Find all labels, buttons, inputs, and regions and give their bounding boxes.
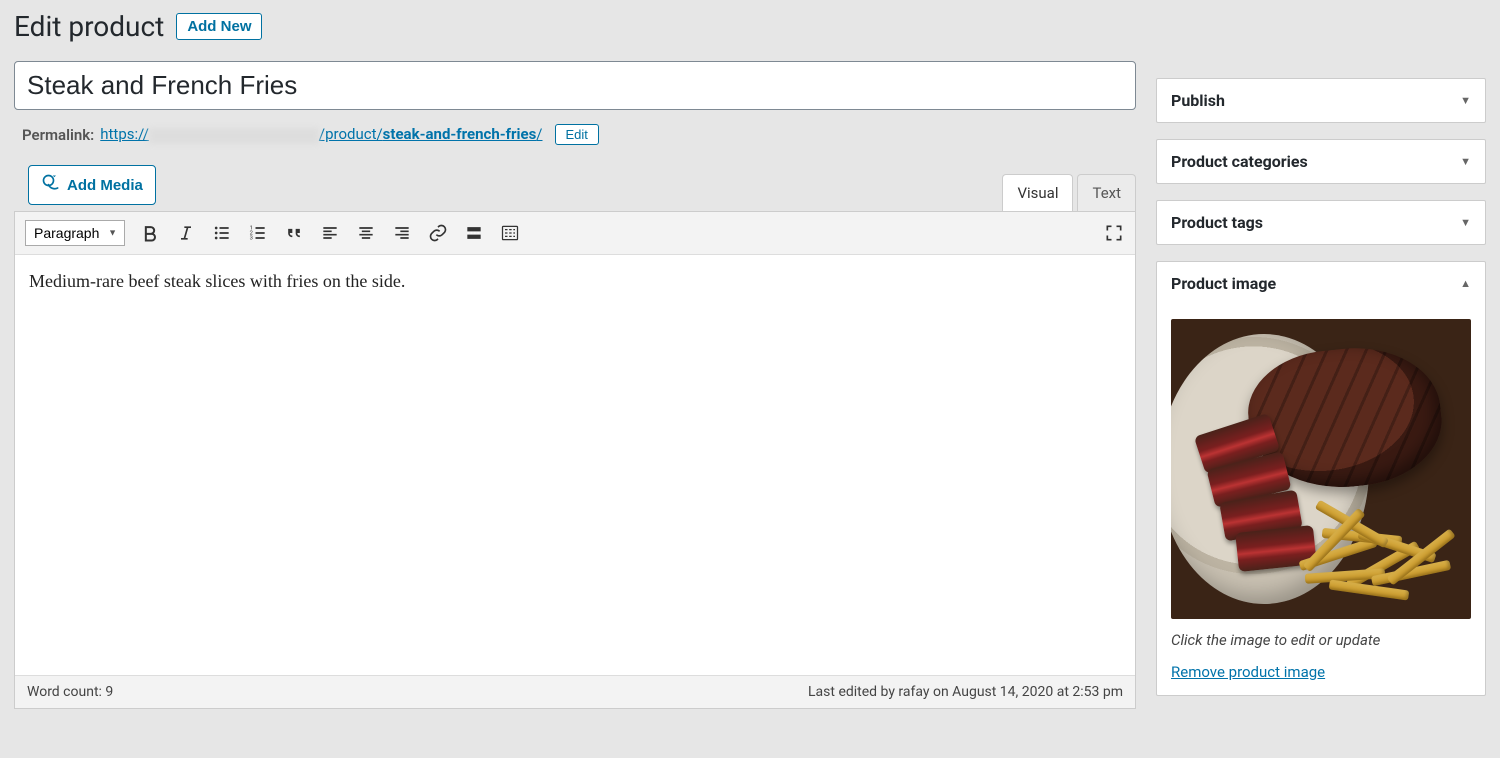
link-icon[interactable] <box>427 222 449 244</box>
numbered-list-icon[interactable]: 123 <box>247 222 269 244</box>
product-image-thumbnail[interactable] <box>1171 319 1471 619</box>
chevron-down-icon: ▼ <box>1460 216 1471 229</box>
fullscreen-icon[interactable] <box>1103 222 1125 244</box>
align-right-icon[interactable] <box>391 222 413 244</box>
align-center-icon[interactable] <box>355 222 377 244</box>
format-select[interactable]: Paragraph <box>25 220 125 246</box>
editor-content[interactable]: Medium-rare beef steak slices with fries… <box>15 255 1135 675</box>
read-more-icon[interactable] <box>463 222 485 244</box>
bullet-list-icon[interactable] <box>211 222 233 244</box>
align-left-icon[interactable] <box>319 222 341 244</box>
tab-text[interactable]: Text <box>1077 174 1136 211</box>
categories-panel-header[interactable]: Product categories ▼ <box>1157 140 1485 183</box>
word-count: Word count: 9 <box>27 684 113 700</box>
product-image-panel-header[interactable]: Product image ▲ <box>1157 262 1485 305</box>
edit-permalink-button[interactable]: Edit <box>555 124 599 145</box>
remove-product-image-link[interactable]: Remove product image <box>1171 663 1325 681</box>
tags-panel-header[interactable]: Product tags ▼ <box>1157 201 1485 244</box>
page-title: Edit product <box>14 10 164 43</box>
chevron-down-icon: ▼ <box>1460 155 1471 168</box>
media-icon <box>41 173 61 197</box>
chevron-down-icon: ▼ <box>1460 94 1471 107</box>
permalink-domain-redacted <box>149 128 319 144</box>
blockquote-icon[interactable] <box>283 222 305 244</box>
product-image-hint: Click the image to edit or update <box>1171 631 1471 649</box>
publish-panel-header[interactable]: Publish ▼ <box>1157 79 1485 122</box>
permalink-label: Permalink: <box>22 126 94 144</box>
toolbar-toggle-icon[interactable] <box>499 222 521 244</box>
bold-icon[interactable] <box>139 222 161 244</box>
add-new-button[interactable]: Add New <box>176 13 262 40</box>
editor-toolbar: Paragraph 123 <box>15 212 1135 255</box>
last-edited: Last edited by rafay on August 14, 2020 … <box>808 684 1123 700</box>
tab-visual[interactable]: Visual <box>1002 174 1073 211</box>
permalink-link[interactable]: https:///product/steak-and-french-fries/ <box>100 125 542 143</box>
product-title-input[interactable] <box>14 61 1136 110</box>
chevron-up-icon: ▲ <box>1460 277 1471 290</box>
italic-icon[interactable] <box>175 222 197 244</box>
svg-text:3: 3 <box>250 236 253 242</box>
add-media-button[interactable]: Add Media <box>28 165 156 205</box>
permalink-row: Permalink: https:///product/steak-and-fr… <box>22 124 1136 145</box>
editor-box: Paragraph 123 Medium-rare beef steak sli… <box>14 211 1136 709</box>
